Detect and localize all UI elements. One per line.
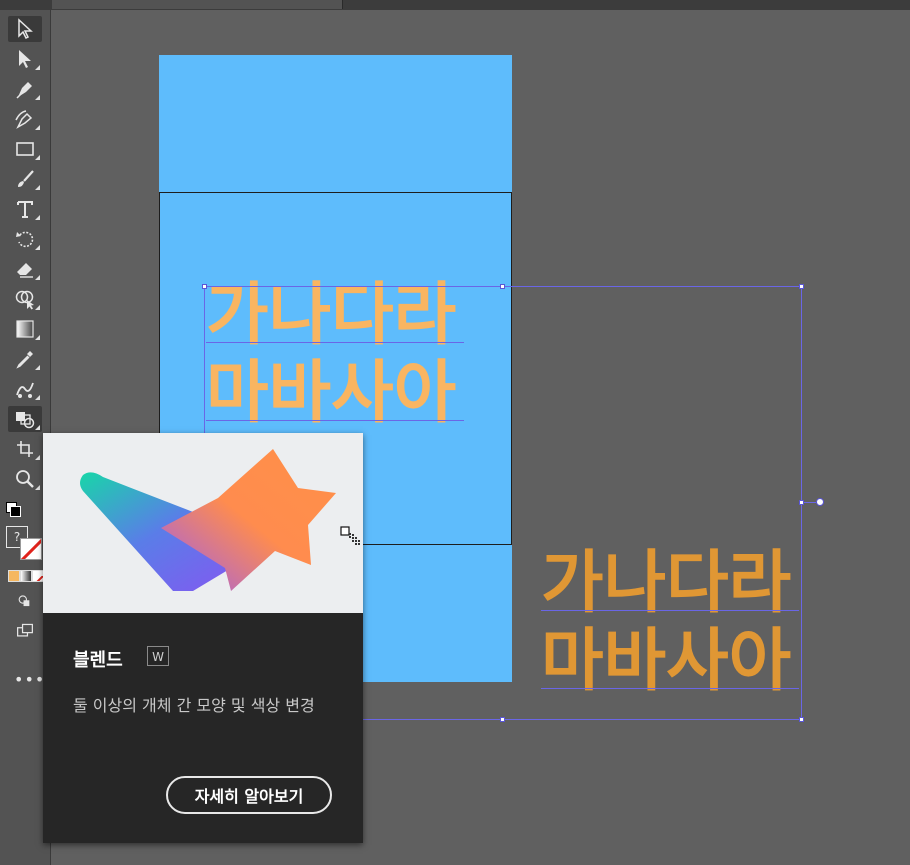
- rectangle-tool-icon: [16, 142, 34, 156]
- draw-mode-button[interactable]: [10, 588, 40, 614]
- eyedropper-tool[interactable]: [8, 346, 42, 372]
- direct-selection-tool[interactable]: [8, 46, 42, 72]
- shortcut-key-badge: W: [147, 646, 169, 666]
- more-tools-button[interactable]: •••: [14, 670, 45, 689]
- eraser-tool-icon: [17, 263, 33, 278]
- color-mode-buttons: [8, 570, 44, 582]
- shape-builder-tool[interactable]: [8, 286, 42, 312]
- rectangle-tool[interactable]: [8, 136, 42, 162]
- resize-handle-top-center[interactable]: [500, 284, 505, 289]
- widget-connector: [804, 502, 816, 503]
- screen-mode-icon: [17, 623, 33, 637]
- top-bar: [0, 0, 910, 10]
- resize-handle-bottom-center[interactable]: [500, 717, 505, 722]
- resize-handle-bottom-right[interactable]: [799, 717, 804, 722]
- rotation-widget[interactable]: [816, 498, 824, 506]
- pen-tool[interactable]: [8, 76, 42, 102]
- stroke-none-swatch[interactable]: [20, 538, 42, 560]
- puppet-warp-tool-icon: [16, 382, 34, 398]
- artboard-tool-icon: [17, 441, 33, 457]
- gradient-tool[interactable]: [8, 316, 42, 342]
- tooltip-title: 블렌드: [73, 650, 123, 671]
- puppet-warp-tool[interactable]: [8, 376, 42, 402]
- paintbrush-tool[interactable]: [8, 166, 42, 192]
- shape-builder-tool-icon: [15, 290, 34, 310]
- artboard-tool[interactable]: [8, 436, 42, 462]
- blend-illustration-image: [80, 449, 336, 591]
- screen-mode-button[interactable]: [10, 618, 40, 644]
- none-slash-icon: [21, 539, 41, 559]
- resize-handle-top-right[interactable]: [799, 284, 804, 289]
- blend-illustration: [43, 433, 363, 613]
- selection-tool-icon: [18, 18, 33, 40]
- blend-tool-tooltip: 블렌드 W 둘 이상의 개체 간 모양 및 색상 변경 자세히 알아보기: [43, 433, 363, 843]
- paintbrush-tool-icon: [18, 170, 34, 187]
- color-button[interactable]: [8, 570, 20, 582]
- blend-tool-icon: [16, 412, 35, 429]
- learn-more-button[interactable]: 자세히 알아보기: [166, 776, 332, 814]
- fill-stroke-mini-icon[interactable]: [6, 502, 21, 517]
- type-tool-icon: [17, 201, 33, 218]
- zoom-tool[interactable]: [8, 466, 42, 492]
- document-tab[interactable]: [52, 0, 343, 9]
- blend-cursor-icon: [340, 526, 360, 545]
- blend-tool[interactable]: [8, 406, 42, 432]
- curvature-tool[interactable]: [8, 106, 42, 132]
- selection-tool[interactable]: [8, 16, 42, 42]
- eraser-tool[interactable]: [8, 256, 42, 282]
- eyedropper-tool-icon: [16, 351, 33, 369]
- gradient-tool-icon: [16, 320, 34, 338]
- zoom-tool-icon: [16, 470, 34, 488]
- draw-mode-icon: [18, 595, 30, 607]
- direct-selection-tool-icon: [19, 50, 31, 68]
- gradient-button[interactable]: [20, 570, 32, 582]
- pen-tool-icon: [16, 82, 32, 99]
- tooltip-description: 둘 이상의 개체 간 모양 및 색상 변경: [73, 696, 315, 715]
- resize-handle-top-left[interactable]: [202, 284, 207, 289]
- rotate-tool[interactable]: [8, 226, 42, 252]
- rotate-tool-icon: [16, 231, 34, 248]
- none-slash-icon: [36, 575, 43, 581]
- type-tool[interactable]: [8, 196, 42, 222]
- curvature-tool-icon: [15, 110, 33, 129]
